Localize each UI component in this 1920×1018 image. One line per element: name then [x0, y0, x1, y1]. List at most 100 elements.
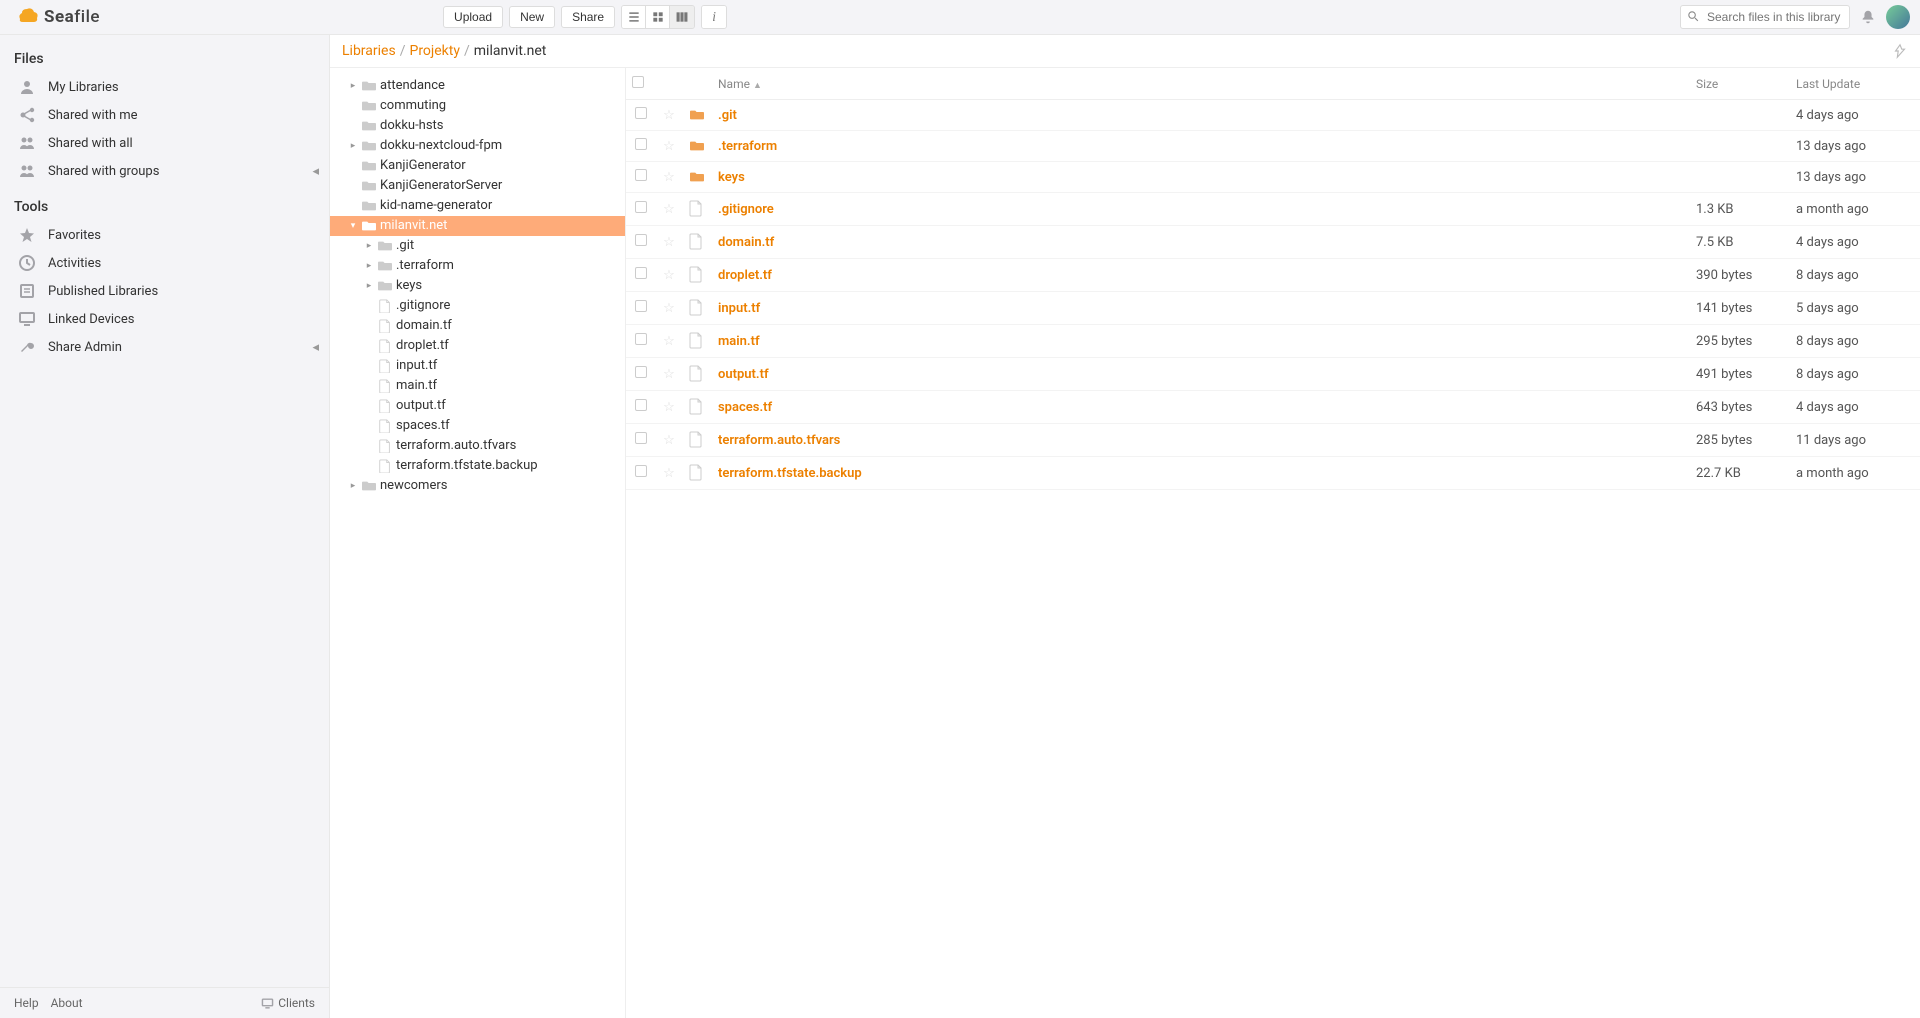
sidebar-item-shared-with-me[interactable]: Shared with me — [0, 101, 329, 129]
tree-item[interactable]: output.tf — [330, 396, 625, 416]
row-checkbox[interactable] — [635, 333, 647, 345]
file-link[interactable]: input.tf — [718, 301, 760, 316]
file-link[interactable]: .terraform — [718, 139, 777, 154]
breadcrumb-link[interactable]: Libraries — [342, 43, 396, 59]
tree-item[interactable]: domain.tf — [330, 316, 625, 336]
notifications-button[interactable] — [1860, 9, 1876, 25]
table-row[interactable]: ☆ output.tf 491 bytes 8 days ago — [626, 358, 1920, 391]
table-row[interactable]: ☆ terraform.auto.tfvars 285 bytes 11 day… — [626, 424, 1920, 457]
view-columns-button[interactable] — [670, 6, 694, 28]
star-icon[interactable]: ☆ — [663, 268, 675, 283]
view-list-button[interactable] — [622, 6, 646, 28]
clients-link[interactable]: Clients — [261, 996, 315, 1010]
table-row[interactable]: ☆ main.tf 295 bytes 8 days ago — [626, 325, 1920, 358]
tree-item[interactable]: .gitignore — [330, 296, 625, 316]
row-checkbox[interactable] — [635, 366, 647, 378]
sidebar-item-shared-with-groups[interactable]: Shared with groups◂ — [0, 157, 329, 185]
tree-item[interactable]: terraform.tfstate.backup — [330, 456, 625, 476]
tree-item[interactable]: input.tf — [330, 356, 625, 376]
tree-item[interactable]: terraform.auto.tfvars — [330, 436, 625, 456]
file-link[interactable]: output.tf — [718, 367, 769, 382]
tree-item[interactable]: commuting — [330, 96, 625, 116]
about-link[interactable]: About — [51, 996, 83, 1010]
tree-expander-icon[interactable]: ▾ — [348, 217, 358, 235]
file-link[interactable]: main.tf — [718, 334, 760, 349]
sidebar-item-activities[interactable]: Activities — [0, 249, 329, 277]
share-button[interactable]: Share — [561, 6, 615, 28]
table-row[interactable]: ☆ keys 13 days ago — [626, 162, 1920, 193]
table-row[interactable]: ☆ domain.tf 7.5 KB 4 days ago — [626, 226, 1920, 259]
tree-item[interactable]: KanjiGeneratorServer — [330, 176, 625, 196]
star-icon[interactable]: ☆ — [663, 301, 675, 316]
tree-expander-icon[interactable]: ▸ — [348, 477, 358, 495]
tree-item[interactable]: ▸dokku-nextcloud-fpm — [330, 136, 625, 156]
star-icon[interactable]: ☆ — [663, 139, 675, 154]
table-row[interactable]: ☆ .terraform 13 days ago — [626, 131, 1920, 162]
star-icon[interactable]: ☆ — [663, 334, 675, 349]
tree-item[interactable]: KanjiGenerator — [330, 156, 625, 176]
upload-button[interactable]: Upload — [443, 6, 503, 28]
star-icon[interactable]: ☆ — [663, 367, 675, 382]
table-row[interactable]: ☆ .gitignore 1.3 KB a month ago — [626, 193, 1920, 226]
tree-item[interactable]: droplet.tf — [330, 336, 625, 356]
breadcrumb-link[interactable]: Projekty — [409, 43, 460, 59]
tree-expander-icon[interactable]: ▸ — [364, 277, 374, 295]
star-icon[interactable]: ☆ — [663, 235, 675, 250]
sidebar-item-favorites[interactable]: Favorites — [0, 221, 329, 249]
sidebar-item-my-libraries[interactable]: My Libraries — [0, 73, 329, 101]
row-checkbox[interactable] — [635, 399, 647, 411]
star-icon[interactable]: ☆ — [663, 466, 675, 481]
info-button[interactable]: i — [702, 6, 726, 28]
table-row[interactable]: ☆ input.tf 141 bytes 5 days ago — [626, 292, 1920, 325]
tree-item[interactable]: ▾milanvit.net — [330, 216, 625, 236]
tree-item[interactable]: kid-name-generator — [330, 196, 625, 216]
sidebar-item-published-libraries[interactable]: Published Libraries — [0, 277, 329, 305]
file-link[interactable]: spaces.tf — [718, 400, 772, 415]
tree-expander-icon[interactable]: ▸ — [348, 137, 358, 155]
tree-item[interactable]: spaces.tf — [330, 416, 625, 436]
star-icon[interactable]: ☆ — [663, 433, 675, 448]
row-checkbox[interactable] — [635, 267, 647, 279]
file-link[interactable]: terraform.auto.tfvars — [718, 433, 840, 448]
star-icon[interactable]: ☆ — [663, 400, 675, 415]
tree-expander-icon[interactable]: ▸ — [364, 237, 374, 255]
row-checkbox[interactable] — [635, 432, 647, 444]
table-row[interactable]: ☆ droplet.tf 390 bytes 8 days ago — [626, 259, 1920, 292]
file-link[interactable]: .gitignore — [718, 202, 774, 217]
avatar[interactable] — [1886, 5, 1910, 29]
tree-expander-icon[interactable]: ▸ — [348, 77, 358, 95]
tree-expander-icon[interactable]: ▸ — [364, 257, 374, 275]
tree-item[interactable]: ▸.git — [330, 236, 625, 256]
tree-item[interactable]: ▸newcomers — [330, 476, 625, 496]
file-link[interactable]: keys — [718, 170, 745, 185]
row-checkbox[interactable] — [635, 465, 647, 477]
file-link[interactable]: terraform.tfstate.backup — [718, 466, 862, 481]
search-input[interactable] — [1680, 5, 1850, 29]
help-link[interactable]: Help — [14, 996, 39, 1010]
row-checkbox[interactable] — [635, 201, 647, 213]
table-row[interactable]: ☆ spaces.tf 643 bytes 4 days ago — [626, 391, 1920, 424]
row-checkbox[interactable] — [635, 107, 647, 119]
logo[interactable]: Seafile — [16, 5, 100, 29]
tree-item[interactable]: ▸keys — [330, 276, 625, 296]
star-icon[interactable]: ☆ — [663, 108, 675, 123]
row-checkbox[interactable] — [635, 169, 647, 181]
row-checkbox[interactable] — [635, 300, 647, 312]
table-row[interactable]: ☆ .git 4 days ago — [626, 100, 1920, 131]
star-icon[interactable]: ☆ — [663, 202, 675, 217]
sidebar-item-linked-devices[interactable]: Linked Devices — [0, 305, 329, 333]
star-icon[interactable]: ☆ — [663, 170, 675, 185]
header-checkbox[interactable] — [626, 68, 656, 100]
trash-button[interactable] — [1892, 43, 1908, 59]
table-row[interactable]: ☆ terraform.tfstate.backup 22.7 KB a mon… — [626, 457, 1920, 490]
header-last-update[interactable]: Last Update — [1790, 68, 1920, 100]
tree-item[interactable]: main.tf — [330, 376, 625, 396]
file-link[interactable]: domain.tf — [718, 235, 774, 250]
row-checkbox[interactable] — [635, 234, 647, 246]
tree-item[interactable]: ▸.terraform — [330, 256, 625, 276]
tree-item[interactable]: ▸attendance — [330, 76, 625, 96]
row-checkbox[interactable] — [635, 138, 647, 150]
header-name[interactable]: Name ▲ — [712, 68, 1690, 100]
view-grid-button[interactable] — [646, 6, 670, 28]
new-button[interactable]: New — [509, 6, 555, 28]
